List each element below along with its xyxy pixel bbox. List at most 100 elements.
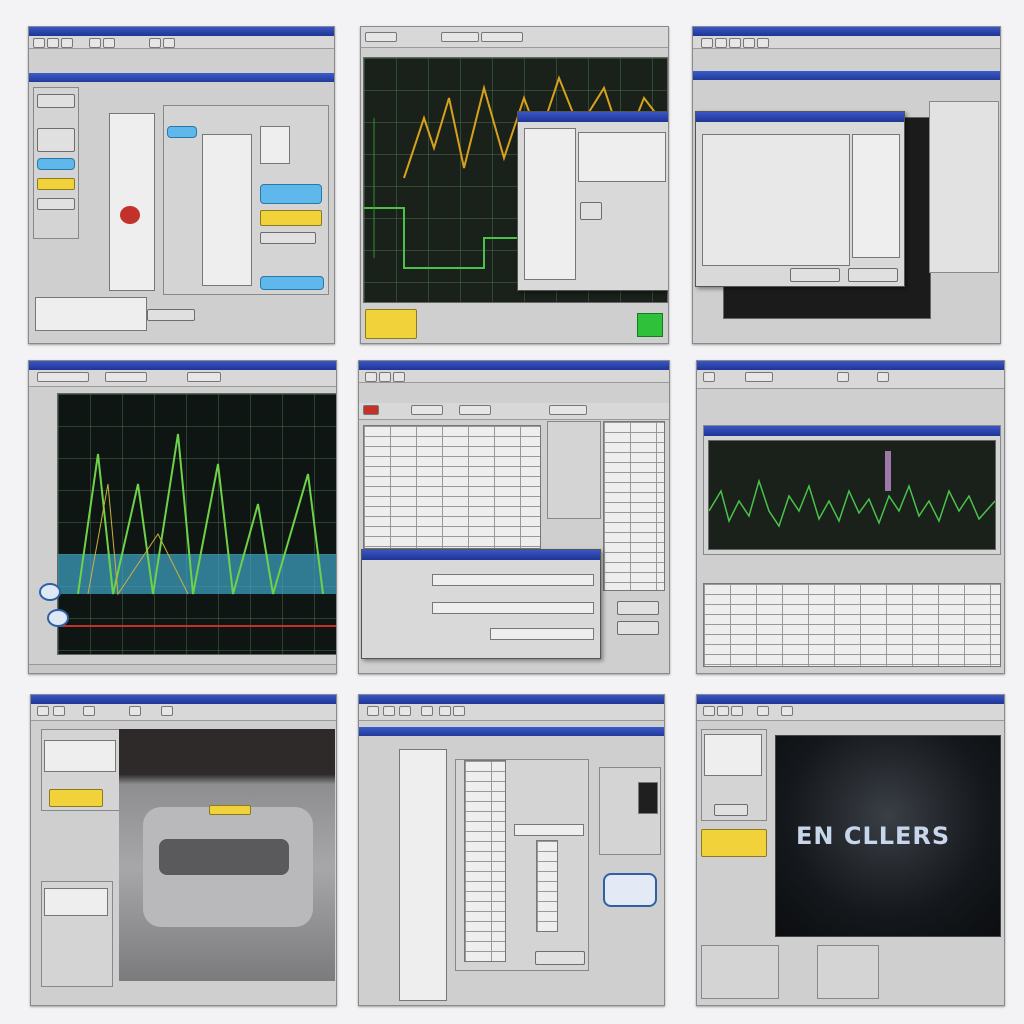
toolbar-button-icon[interactable] <box>149 38 161 48</box>
text-field[interactable] <box>260 126 290 164</box>
toolbar-button-icon[interactable] <box>161 706 173 716</box>
toolbar-button-icon[interactable] <box>717 706 729 716</box>
dialog-preview <box>578 132 666 182</box>
toolbar-button-icon[interactable] <box>703 706 715 716</box>
speaker-icon[interactable] <box>47 609 69 627</box>
options-dialog <box>695 111 905 287</box>
toolbar-button-icon[interactable] <box>105 372 147 382</box>
toolbar-button-icon[interactable] <box>399 706 411 716</box>
tool-button[interactable] <box>37 198 75 210</box>
data-table[interactable] <box>703 583 1001 667</box>
toolbar-button-icon[interactable] <box>129 706 141 716</box>
waveform-display[interactable] <box>57 393 336 655</box>
tool-button[interactable] <box>37 128 75 152</box>
toolbar-button-icon[interactable] <box>365 32 397 42</box>
warning-indicator <box>120 206 140 224</box>
ok-button[interactable] <box>147 309 195 321</box>
ok-button[interactable] <box>535 951 585 965</box>
tab[interactable] <box>411 405 443 415</box>
toolbar-button-icon[interactable] <box>743 38 755 48</box>
toolbar-button-icon[interactable] <box>757 706 769 716</box>
sub-title-bar <box>29 73 334 82</box>
action-button[interactable] <box>260 184 322 204</box>
signal-display[interactable] <box>708 440 996 550</box>
toolbar-button-icon[interactable] <box>745 372 773 382</box>
toolbar-button-icon[interactable] <box>37 372 89 382</box>
ok-button[interactable] <box>790 268 840 282</box>
toolbar-button-icon[interactable] <box>453 706 465 716</box>
list-box[interactable] <box>44 888 108 916</box>
form-field[interactable] <box>432 574 594 586</box>
toolbar-button-icon[interactable] <box>731 706 743 716</box>
gear-icon[interactable] <box>603 873 657 907</box>
tile-waveform-graph <box>28 360 337 674</box>
toolbar-button-icon[interactable] <box>781 706 793 716</box>
title-bar <box>31 695 336 704</box>
form-grid[interactable] <box>464 760 506 962</box>
toolbar-button-icon[interactable] <box>421 706 433 716</box>
dialog-option[interactable] <box>580 202 602 220</box>
list-box[interactable] <box>399 749 447 1001</box>
power-green-icon[interactable] <box>637 313 663 337</box>
form-field[interactable] <box>490 628 594 640</box>
toolbar-button-icon[interactable] <box>837 372 849 382</box>
list-box[interactable] <box>704 734 762 776</box>
tab[interactable] <box>459 405 491 415</box>
toolbar-button-icon[interactable] <box>61 38 73 48</box>
bottom-panel <box>701 945 779 999</box>
status-bar <box>29 664 336 673</box>
toolbar-button-icon[interactable] <box>47 38 59 48</box>
toolbar-button-icon[interactable] <box>37 706 49 716</box>
toolbar-button-icon[interactable] <box>383 706 395 716</box>
toolbar-button-icon[interactable] <box>367 706 379 716</box>
text-field[interactable] <box>202 134 252 286</box>
toolbar-button-icon[interactable] <box>187 372 221 382</box>
tile-form-list <box>358 694 665 1006</box>
toolbar-button-icon[interactable] <box>33 38 45 48</box>
option-button[interactable] <box>167 126 197 138</box>
side-list[interactable] <box>603 421 665 591</box>
action-button[interactable] <box>49 789 103 807</box>
input-form <box>361 549 601 659</box>
toolbar-button-icon[interactable] <box>83 706 95 716</box>
action-button[interactable] <box>260 276 324 290</box>
toolbar-button-icon[interactable] <box>877 372 889 382</box>
list-box[interactable] <box>109 113 155 291</box>
cancel-button[interactable] <box>848 268 898 282</box>
toolbar-button-icon[interactable] <box>701 38 713 48</box>
form-grid[interactable] <box>536 840 558 932</box>
tab-red[interactable] <box>363 405 379 415</box>
tool-button[interactable] <box>37 178 75 190</box>
toolbar-button-icon[interactable] <box>379 372 391 382</box>
action-button[interactable] <box>260 232 316 244</box>
toolbar-button-icon[interactable] <box>163 38 175 48</box>
action-button[interactable] <box>714 804 748 816</box>
connect-button[interactable] <box>701 829 767 857</box>
toolbar-button-icon[interactable] <box>703 372 715 382</box>
speaker-icon[interactable] <box>39 583 61 601</box>
toolbar-button-icon[interactable] <box>715 38 727 48</box>
hint-button[interactable] <box>365 309 417 339</box>
tab[interactable] <box>549 405 587 415</box>
dialog-list[interactable] <box>524 128 576 280</box>
toolbar-button-icon[interactable] <box>393 372 405 382</box>
apply-button[interactable] <box>617 601 659 615</box>
toolbar-button-icon[interactable] <box>439 706 451 716</box>
toolbar-button-icon[interactable] <box>89 38 101 48</box>
toolbar-button-icon[interactable] <box>103 38 115 48</box>
form-field[interactable] <box>514 824 584 836</box>
list-box[interactable] <box>44 740 116 772</box>
form-field[interactable] <box>432 602 594 614</box>
tool-button[interactable] <box>37 94 75 108</box>
cancel-button[interactable] <box>617 621 659 635</box>
toolbar-button-icon[interactable] <box>757 38 769 48</box>
toolbar-button-icon[interactable] <box>481 32 523 42</box>
toolbar-button-icon[interactable] <box>365 372 377 382</box>
tool-button[interactable] <box>37 158 75 170</box>
toolbar-button-icon[interactable] <box>441 32 479 42</box>
toolbar-button-icon[interactable] <box>729 38 741 48</box>
data-table[interactable] <box>363 425 541 549</box>
action-button[interactable] <box>260 210 322 226</box>
toolbar-button-icon[interactable] <box>53 706 65 716</box>
green-trace <box>708 478 996 528</box>
